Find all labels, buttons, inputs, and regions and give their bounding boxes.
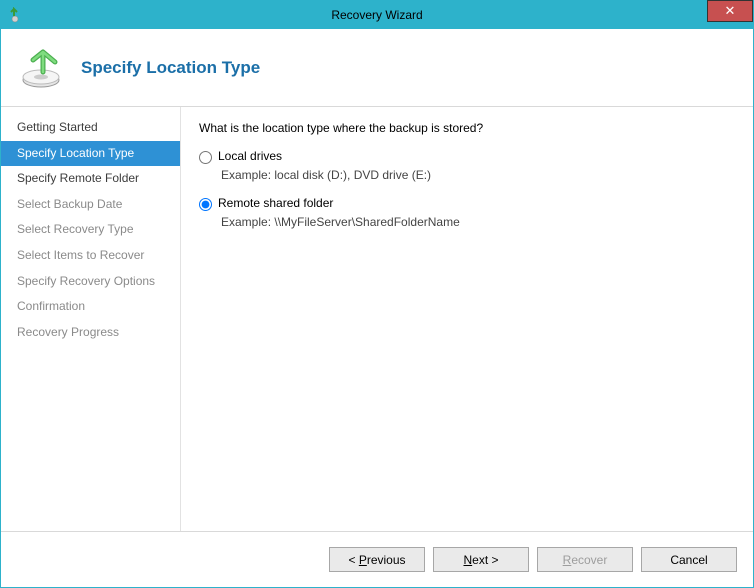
option-remote-folder[interactable]: Remote shared folder (199, 196, 731, 211)
recovery-wizard-window: Recovery Wizard ✕ Specify Location Type … (0, 0, 754, 588)
wizard-header: Specify Location Type (1, 29, 753, 107)
wizard-body: Getting Started Specify Location Type Sp… (1, 107, 753, 531)
step-specify-remote-folder[interactable]: Specify Remote Folder (1, 166, 180, 192)
previous-button[interactable]: < Previous (329, 547, 425, 572)
option-remote-folder-example: Example: \\MyFileServer\SharedFolderName (221, 215, 731, 229)
cancel-button[interactable]: Cancel (641, 547, 737, 572)
radio-local-drives[interactable] (199, 151, 212, 164)
recover-button: Recover (537, 547, 633, 572)
option-local-drives[interactable]: Local drives (199, 149, 731, 164)
prompt-text: What is the location type where the back… (199, 121, 731, 135)
close-button[interactable]: ✕ (707, 0, 753, 22)
sidebar: Getting Started Specify Location Type Sp… (1, 107, 181, 531)
page-title: Specify Location Type (81, 58, 260, 78)
wizard-icon (19, 46, 63, 90)
step-specify-recovery-options[interactable]: Specify Recovery Options (1, 269, 180, 295)
app-icon (7, 7, 23, 23)
close-icon: ✕ (725, 3, 736, 19)
step-select-items-to-recover[interactable]: Select Items to Recover (1, 243, 180, 269)
option-remote-folder-label: Remote shared folder (218, 196, 333, 210)
step-specify-location-type[interactable]: Specify Location Type (1, 141, 180, 167)
step-getting-started[interactable]: Getting Started (1, 115, 180, 141)
step-select-backup-date[interactable]: Select Backup Date (1, 192, 180, 218)
step-confirmation[interactable]: Confirmation (1, 294, 180, 320)
window-title: Recovery Wizard (1, 8, 753, 22)
titlebar: Recovery Wizard ✕ (1, 1, 753, 29)
footer: < Previous Next > Recover Cancel (1, 531, 753, 587)
step-select-recovery-type[interactable]: Select Recovery Type (1, 217, 180, 243)
option-local-drives-label: Local drives (218, 149, 282, 163)
next-button[interactable]: Next > (433, 547, 529, 572)
option-local-drives-example: Example: local disk (D:), DVD drive (E:) (221, 168, 731, 182)
radio-remote-folder[interactable] (199, 198, 212, 211)
step-recovery-progress[interactable]: Recovery Progress (1, 320, 180, 346)
content-pane: What is the location type where the back… (181, 107, 753, 531)
